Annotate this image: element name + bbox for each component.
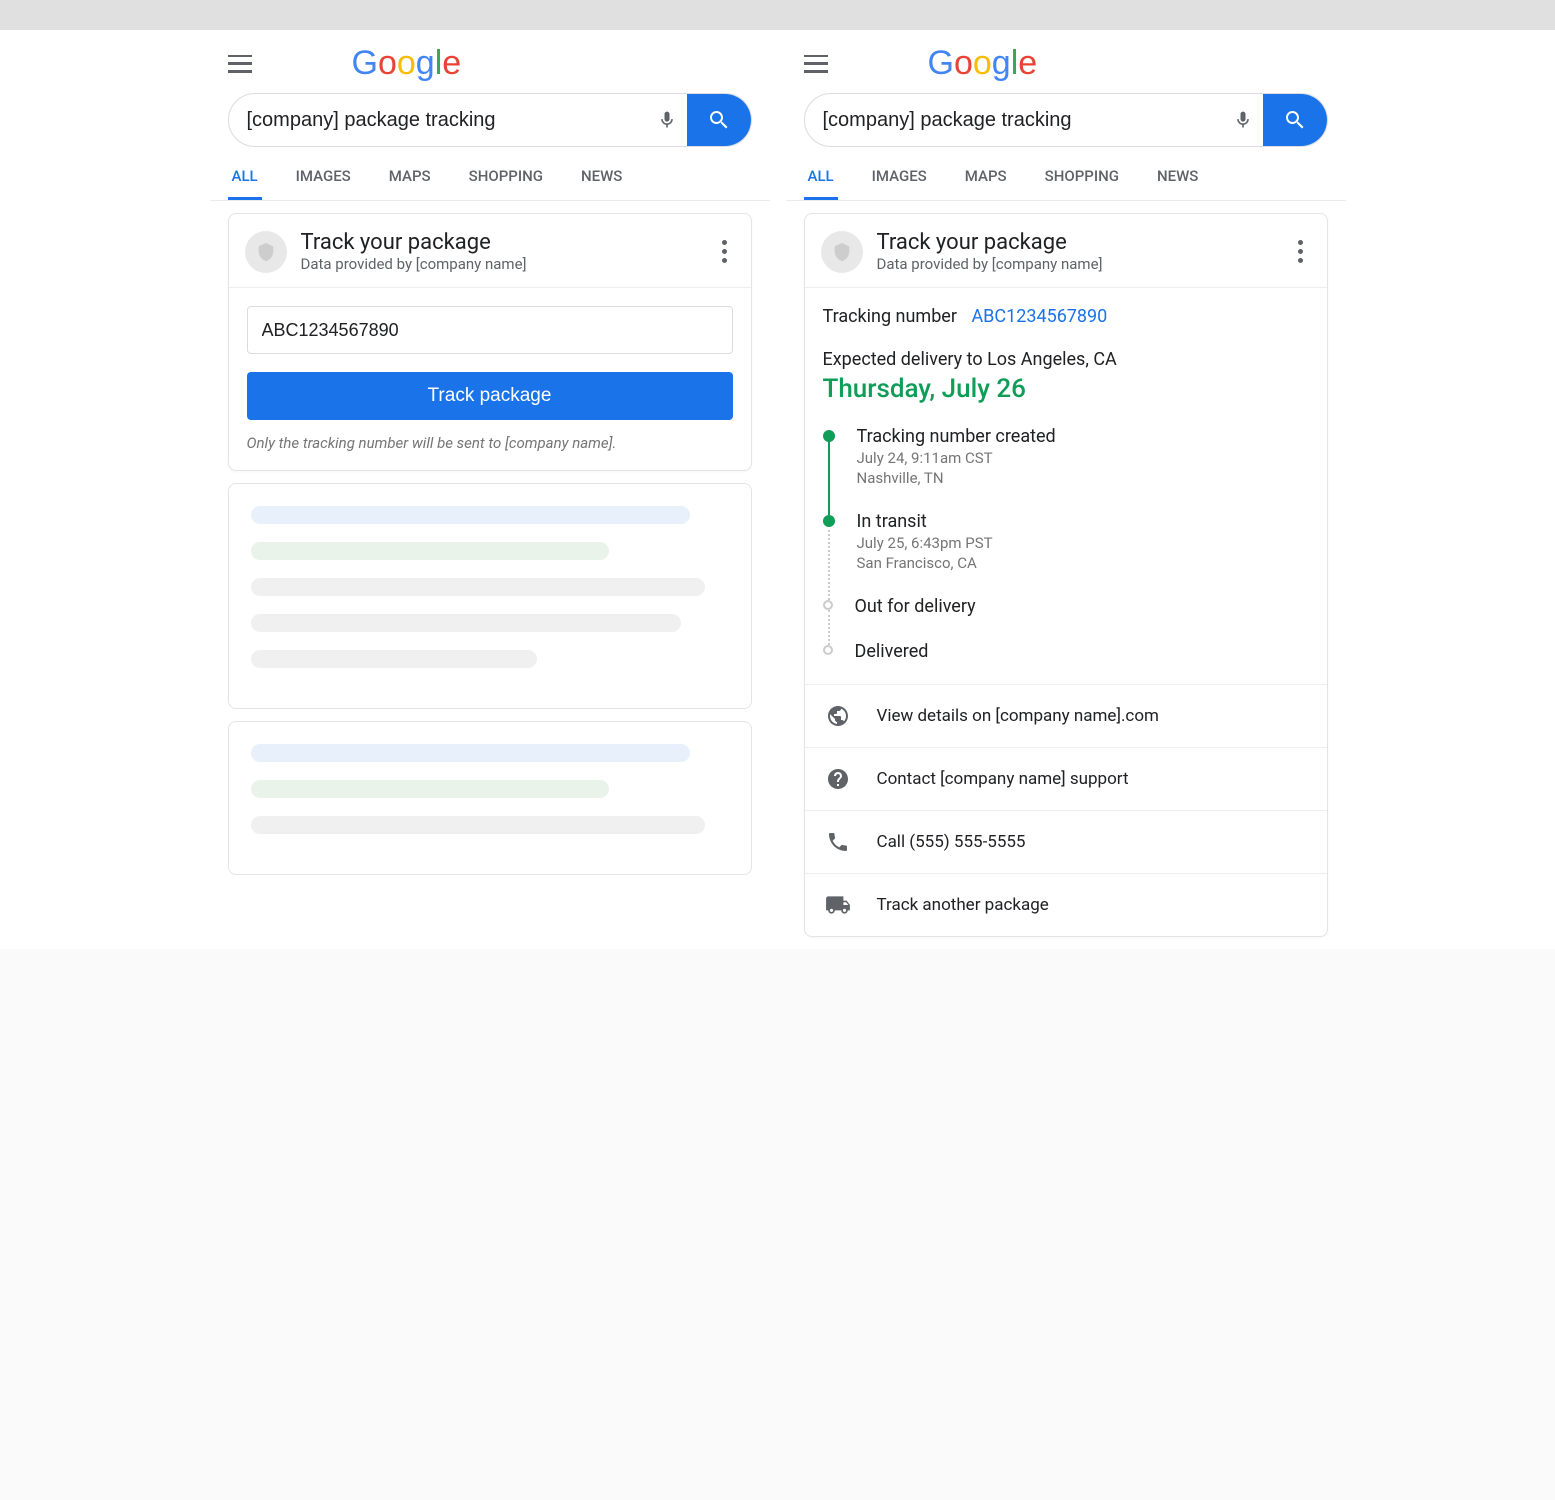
call-action[interactable]: Call (555) 555-5555 xyxy=(805,811,1327,874)
voice-search-button[interactable] xyxy=(1223,108,1263,132)
timeline-event-location: San Francisco, CA xyxy=(857,554,1309,572)
tab-news[interactable]: NEWS xyxy=(577,157,626,200)
expected-delivery-date: Thursday, July 26 xyxy=(823,374,1309,404)
search-icon xyxy=(1283,108,1307,132)
mic-icon xyxy=(657,108,677,132)
timeline-dot-complete xyxy=(823,430,835,442)
action-label: View details on [company name].com xyxy=(877,706,1159,726)
timeline-event-title: In transit xyxy=(857,511,1309,532)
screen-left: 12:30 Google A xyxy=(210,0,770,949)
card-title: Track your package xyxy=(301,230,527,255)
card-subtitle: Data provided by [company name] xyxy=(301,255,527,273)
timeline-event-time: July 25, 6:43pm PST xyxy=(857,534,1309,552)
tab-news[interactable]: NEWS xyxy=(1153,157,1202,200)
tracking-number-row: Tracking number ABC1234567890 xyxy=(823,288,1309,327)
tab-shopping[interactable]: SHOPPING xyxy=(1041,157,1123,200)
timeline-event-title: Out for delivery xyxy=(855,596,1309,617)
timeline-dot-pending xyxy=(823,600,833,610)
action-label: Track another package xyxy=(877,895,1049,915)
search-button[interactable] xyxy=(687,94,751,146)
tab-images[interactable]: IMAGES xyxy=(292,157,355,200)
timeline-dot-complete xyxy=(823,515,835,527)
globe-icon xyxy=(825,703,851,729)
tracking-disclaimer: Only the tracking number will be sent to… xyxy=(247,434,733,452)
tracking-timeline: Tracking number created July 24, 9:11am … xyxy=(823,426,1309,684)
action-label: Contact [company name] support xyxy=(877,769,1129,789)
expected-delivery-label: Expected delivery to Los Angeles, CA xyxy=(823,349,1309,370)
track-another-action[interactable]: Track another package xyxy=(805,874,1327,936)
google-logo[interactable]: Google xyxy=(928,44,1038,83)
tracking-result-card: Track your package Data provided by [com… xyxy=(804,213,1328,937)
menu-icon[interactable] xyxy=(228,55,252,73)
help-icon xyxy=(825,766,851,792)
timeline-event-location: Nashville, TN xyxy=(857,469,1309,487)
mic-icon xyxy=(1233,108,1253,132)
action-label: Call (555) 555-5555 xyxy=(877,832,1026,852)
overflow-menu-button[interactable] xyxy=(1291,240,1311,263)
search-input[interactable] xyxy=(805,109,1223,132)
phone-icon xyxy=(825,829,851,855)
search-tabs: ALL IMAGES MAPS SHOPPING NEWS xyxy=(786,157,1346,201)
timeline-event-title: Tracking number created xyxy=(857,426,1309,447)
search-input[interactable] xyxy=(229,109,647,132)
tracking-number-link[interactable]: ABC1234567890 xyxy=(971,306,1107,327)
overflow-menu-button[interactable] xyxy=(715,240,735,263)
view-details-action[interactable]: View details on [company name].com xyxy=(805,685,1327,748)
skeleton-result-1 xyxy=(228,483,752,709)
timeline-event-time: July 24, 9:11am CST xyxy=(857,449,1309,467)
timeline-dot-pending xyxy=(823,645,833,655)
tab-maps[interactable]: MAPS xyxy=(961,157,1011,200)
tab-all[interactable]: ALL xyxy=(804,157,838,200)
timeline-event-title: Delivered xyxy=(855,641,1309,662)
company-avatar-icon xyxy=(821,231,863,273)
menu-icon[interactable] xyxy=(804,55,828,73)
track-package-card: Track your package Data provided by [com… xyxy=(228,213,752,471)
tab-images[interactable]: IMAGES xyxy=(868,157,931,200)
search-icon xyxy=(707,108,731,132)
screen-right: 12:30 Google A xyxy=(786,0,1346,949)
search-button[interactable] xyxy=(1263,94,1327,146)
truck-icon xyxy=(825,892,851,918)
action-list: View details on [company name].com Conta… xyxy=(805,684,1327,936)
search-tabs: ALL IMAGES MAPS SHOPPING NEWS xyxy=(210,157,770,201)
company-avatar-icon xyxy=(245,231,287,273)
tab-maps[interactable]: MAPS xyxy=(385,157,435,200)
tab-all[interactable]: ALL xyxy=(228,157,262,200)
contact-support-action[interactable]: Contact [company name] support xyxy=(805,748,1327,811)
google-logo[interactable]: Google xyxy=(352,44,462,83)
skeleton-result-2 xyxy=(228,721,752,875)
voice-search-button[interactable] xyxy=(647,108,687,132)
card-subtitle: Data provided by [company name] xyxy=(877,255,1103,273)
card-title: Track your package xyxy=(877,230,1103,255)
search-bar xyxy=(228,93,752,147)
track-package-button[interactable]: Track package xyxy=(247,372,733,420)
tab-shopping[interactable]: SHOPPING xyxy=(465,157,547,200)
tracking-number-input[interactable] xyxy=(247,306,733,354)
search-bar xyxy=(804,93,1328,147)
